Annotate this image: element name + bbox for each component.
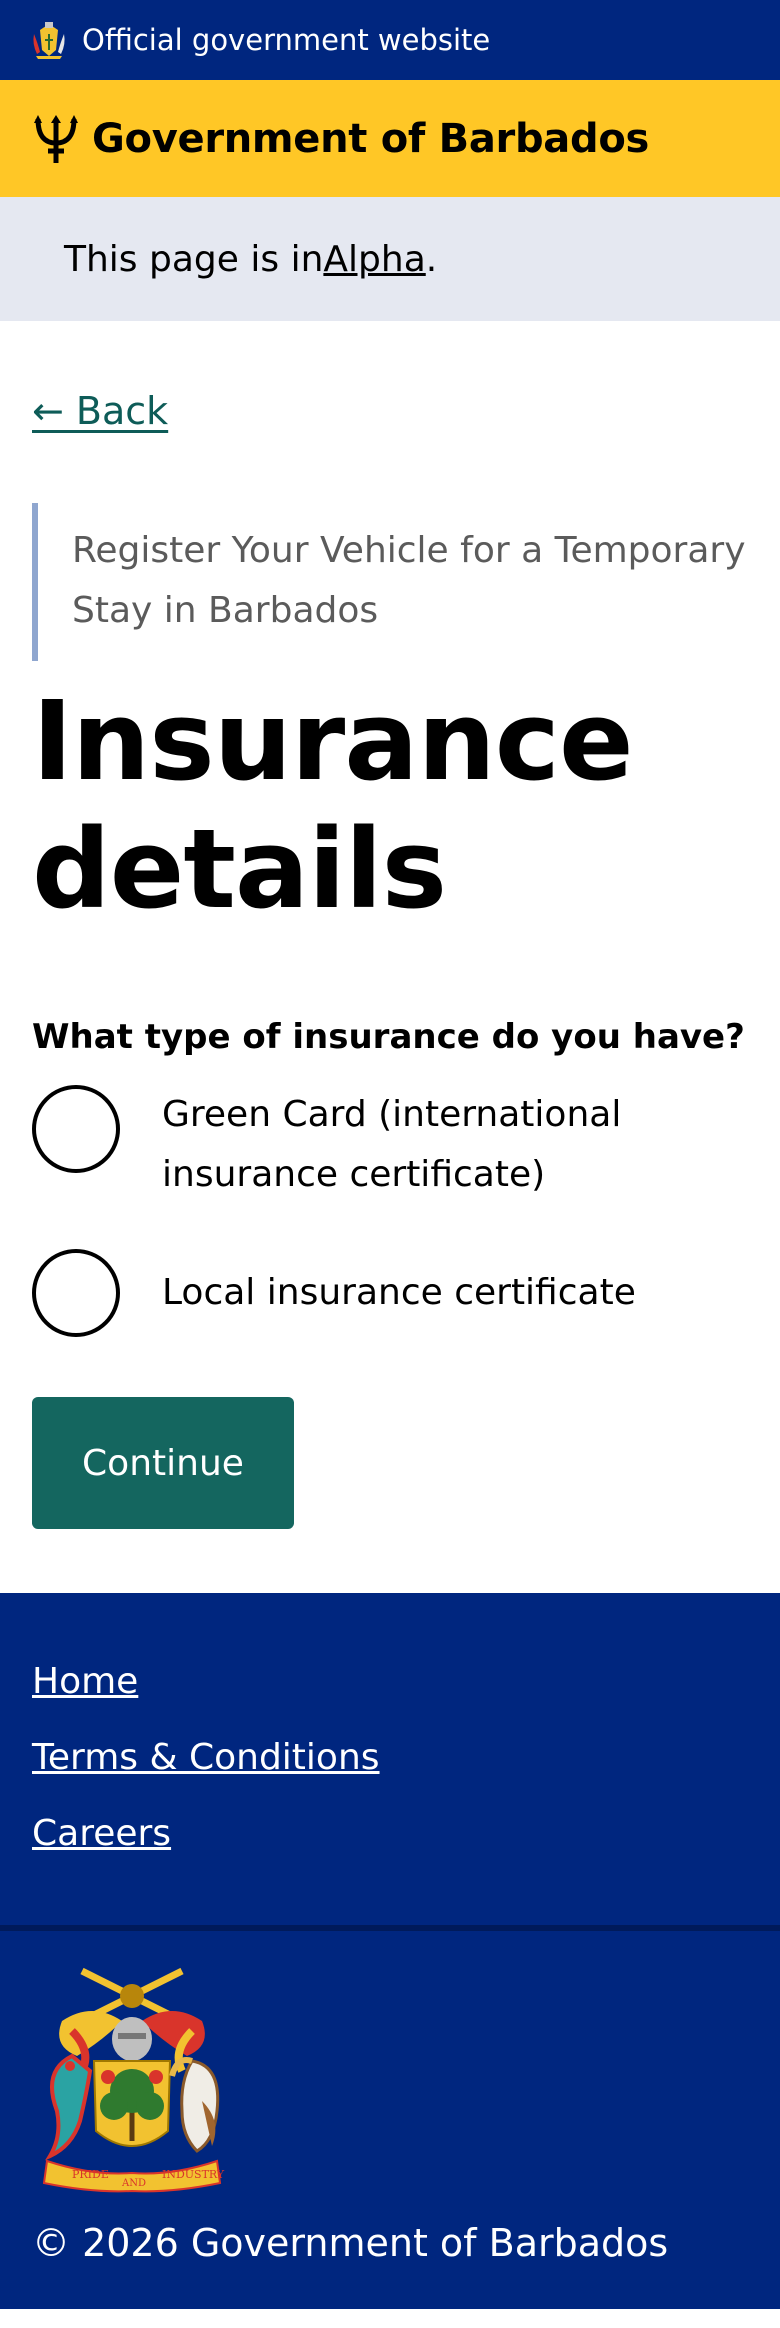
phase-banner-prefix: This page is in <box>64 238 324 280</box>
site-title[interactable]: Government of Barbados <box>92 116 649 162</box>
official-banner: Official government website <box>0 0 780 80</box>
insurance-question: What type of insurance do you have? <box>32 1017 745 1057</box>
svg-text:INDUSTRY: INDUSTRY <box>162 2168 225 2181</box>
radio-button[interactable] <box>32 1249 120 1337</box>
main-content: ← Back Register Your Vehicle for a Tempo… <box>0 321 780 1529</box>
official-banner-text: Official government website <box>82 23 491 57</box>
radio-button[interactable] <box>32 1085 120 1173</box>
service-caption: Register Your Vehicle for a Temporary St… <box>32 503 748 661</box>
footer-links: Home Terms & Conditions Careers <box>0 1593 780 1925</box>
radio-label[interactable]: Local insurance certificate <box>162 1249 636 1323</box>
footer-bottom: PRIDE AND INDUSTRY © 2026 Government of … <box>0 1931 780 2309</box>
footer-link-careers[interactable]: Careers <box>32 1811 748 1857</box>
radio-label[interactable]: Green Card (international insurance cert… <box>162 1085 722 1205</box>
footer-link-terms[interactable]: Terms & Conditions <box>32 1735 748 1781</box>
svg-text:PRIDE: PRIDE <box>72 2168 109 2181</box>
copyright-text: © 2026 Government of Barbados <box>32 2221 669 2265</box>
page-title: Insurance details <box>32 677 634 933</box>
footer-link-home[interactable]: Home <box>32 1659 748 1705</box>
site-header: Government of Barbados <box>0 80 780 197</box>
radio-option-green-card[interactable]: Green Card (international insurance cert… <box>32 1085 748 1205</box>
phase-banner-suffix: . <box>425 238 438 280</box>
back-link[interactable]: ← Back <box>32 389 168 433</box>
phase-banner: This page is in Alpha. <box>0 197 780 321</box>
radio-option-local-certificate[interactable]: Local insurance certificate <box>32 1249 748 1337</box>
svg-text:AND: AND <box>121 2178 146 2189</box>
footer: Home Terms & Conditions Careers PRIDE AN… <box>0 1593 780 2309</box>
trident-icon <box>34 114 78 163</box>
continue-button[interactable]: Continue <box>32 1397 294 1529</box>
phase-alpha-link[interactable]: Alpha <box>323 239 425 280</box>
coat-of-arms-icon: PRIDE AND INDUSTRY <box>42 1967 225 2193</box>
coat-of-arms-icon <box>33 22 65 59</box>
